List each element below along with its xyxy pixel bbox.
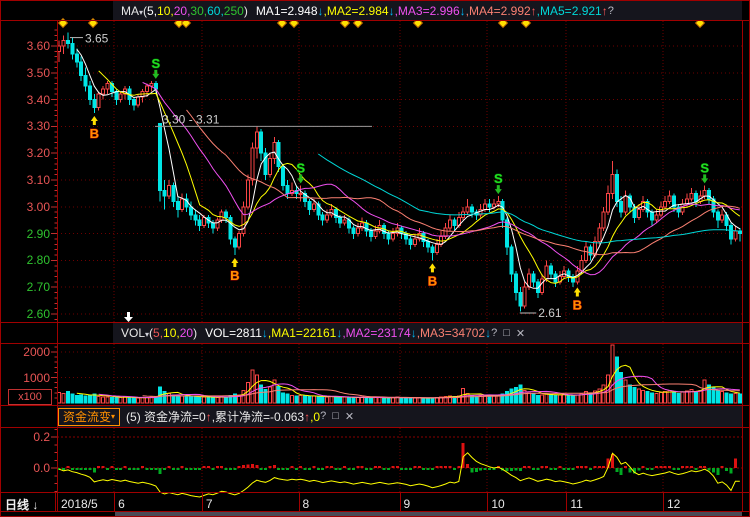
stock-chart-window: 3.653.30 - 3.312.61BBBBSSSS MA▾ (5,10,20… <box>0 0 750 517</box>
timeframe-label: 日线 <box>5 498 29 512</box>
close-icon[interactable]: ✕ <box>345 410 354 423</box>
indicator-value: ,MA5=2.921 <box>537 4 602 18</box>
indicator-value: ) <box>244 4 248 18</box>
date-label: 6 <box>118 497 125 511</box>
svg-text:S: S <box>494 171 503 186</box>
date-label: 10 <box>491 497 504 511</box>
indicator-value: ,MA2=2.984 <box>324 4 389 18</box>
indicator-value: 20 <box>180 326 193 340</box>
axis-tick-label: 0.2 <box>6 430 50 444</box>
indicator-value: 10, <box>157 4 174 18</box>
svg-text:S: S <box>700 160 709 175</box>
indicator-value: ,0 <box>310 410 320 424</box>
indicator-value: MA1=2.948 <box>256 4 318 18</box>
indicator-value: 30, <box>190 4 207 18</box>
vol-dropdown-label: VOL <box>121 326 145 340</box>
diamond-event-icon[interactable] <box>58 18 67 27</box>
axis-tick-label: 2.60 <box>6 307 50 321</box>
maximize-icon[interactable]: □ <box>332 410 339 423</box>
axis-tick-label: 3.40 <box>6 93 50 107</box>
date-label: 9 <box>404 497 411 511</box>
help-icon[interactable]: ? <box>608 5 614 17</box>
help-icon[interactable]: ? <box>491 327 497 340</box>
indicator-value: 5, <box>147 4 157 18</box>
axis-tick-label: 3.20 <box>6 146 50 160</box>
axis-tick-label: 3.10 <box>6 173 50 187</box>
timeframe-selector[interactable]: 日线 ↓ <box>5 496 38 513</box>
date-label: 12 <box>667 497 680 511</box>
indicator-value: VOL=2811 <box>205 326 262 340</box>
indicator-value: (5) <box>126 410 144 424</box>
indicator-value: ,MA3=2.996 <box>395 4 460 18</box>
signal-markers: 3.65 3.30 - 3.31 2.61 B B B B S S S S <box>58 18 709 322</box>
axis-tick-label: 2.70 <box>6 280 50 294</box>
indicator-value: ,MA4=2.992 <box>466 4 531 18</box>
date-label: 2018/5 <box>61 497 98 511</box>
close-icon[interactable]: ✕ <box>516 327 525 340</box>
axis-tick-label: 3.60 <box>6 39 50 53</box>
vol-params: (5,10,20) <box>149 326 197 340</box>
ma-indicator-header: MA▾ (5,10,20,30,60,250) MA1=2.948↓,MA2=2… <box>113 1 742 20</box>
chevron-down-icon: ▾ <box>111 412 115 421</box>
chart-canvas[interactable]: 3.65 3.30 - 3.31 2.61 B B B B S S S S <box>0 0 750 517</box>
indicator-value: 10, <box>163 326 180 340</box>
ma-dropdown[interactable]: MA▾ <box>121 4 143 18</box>
vol-indicator-header: VOL▾ (5,10,20) VOL=2811↓,MA1=22161↓,MA2=… <box>113 323 742 343</box>
indicator-value: 20, <box>174 4 191 18</box>
date-label: 11 <box>570 497 582 511</box>
date-label: 7 <box>206 497 213 511</box>
vol-dropdown[interactable]: VOL▾ <box>121 326 149 340</box>
svg-text:B: B <box>573 298 582 313</box>
flow-values: (5) 资金净流=0↑,累计净流=-0.063↑,0 <box>126 408 320 425</box>
ma-dropdown-label: MA <box>121 4 139 18</box>
axis-tick-label: 2000 <box>6 345 50 359</box>
volume-unit-label: x100 <box>8 389 52 405</box>
horizontal-scrollbar[interactable] <box>115 512 742 516</box>
indicator-value: 60, <box>207 4 224 18</box>
axis-tick-label: 3.50 <box>6 66 50 80</box>
axis-tick-label: 3.00 <box>6 200 50 214</box>
panel-borders <box>1 1 750 517</box>
maximize-icon[interactable]: □ <box>503 327 510 340</box>
axis-tick-label: 1000 <box>6 371 50 385</box>
axis-tick-label: 2.80 <box>6 253 50 267</box>
vol-values: VOL=2811↓,MA1=22161↓,MA2=23174↓,MA3=3470… <box>205 326 491 340</box>
axis-tick-label: 3.30 <box>6 119 50 133</box>
flow-dropdown-label: 资金流变 <box>63 408 111 425</box>
svg-text:S: S <box>151 56 160 71</box>
svg-text:B: B <box>90 126 99 141</box>
ma-params: (5,10,20,30,60,250) <box>143 4 248 18</box>
ma-values: MA1=2.948↓,MA2=2.984↓,MA3=2.996↓,MA4=2.9… <box>256 4 608 18</box>
svg-text:B: B <box>428 273 437 288</box>
svg-text:S: S <box>296 160 305 175</box>
indicator-value: ,MA2=23174 <box>342 326 410 340</box>
axis-tick-label: 2.90 <box>6 227 50 241</box>
flow-indicator-header: 资金流变▾ (5) 资金净流=0↑,累计净流=-0.063↑,0 ? □ ✕ <box>58 406 742 427</box>
help-icon[interactable]: ? <box>320 410 326 423</box>
indicator-value: 资金净流=0 <box>144 410 206 424</box>
flow-panel[interactable] <box>58 443 740 497</box>
indicator-value: ,累计净流=-0.063 <box>212 410 304 424</box>
svg-text:2.61: 2.61 <box>538 306 562 320</box>
flow-dropdown[interactable]: 资金流变▾ <box>58 408 120 426</box>
indicator-value: ) <box>193 326 197 340</box>
indicator-value: 5, <box>153 326 163 340</box>
axis-tick-label: 0.0 <box>6 461 50 475</box>
indicator-value: ,MA1=22161 <box>268 326 336 340</box>
svg-text:3.30 - 3.31: 3.30 - 3.31 <box>162 112 220 126</box>
down-arrow-icon: ↓ <box>32 498 38 512</box>
indicator-value: 250 <box>224 4 244 18</box>
diamond-event-icon[interactable] <box>88 18 97 27</box>
svg-text:B: B <box>230 268 239 283</box>
indicator-value: ,MA3=34702 <box>417 326 485 340</box>
svg-text:3.65: 3.65 <box>85 32 109 46</box>
date-label: 8 <box>303 497 310 511</box>
